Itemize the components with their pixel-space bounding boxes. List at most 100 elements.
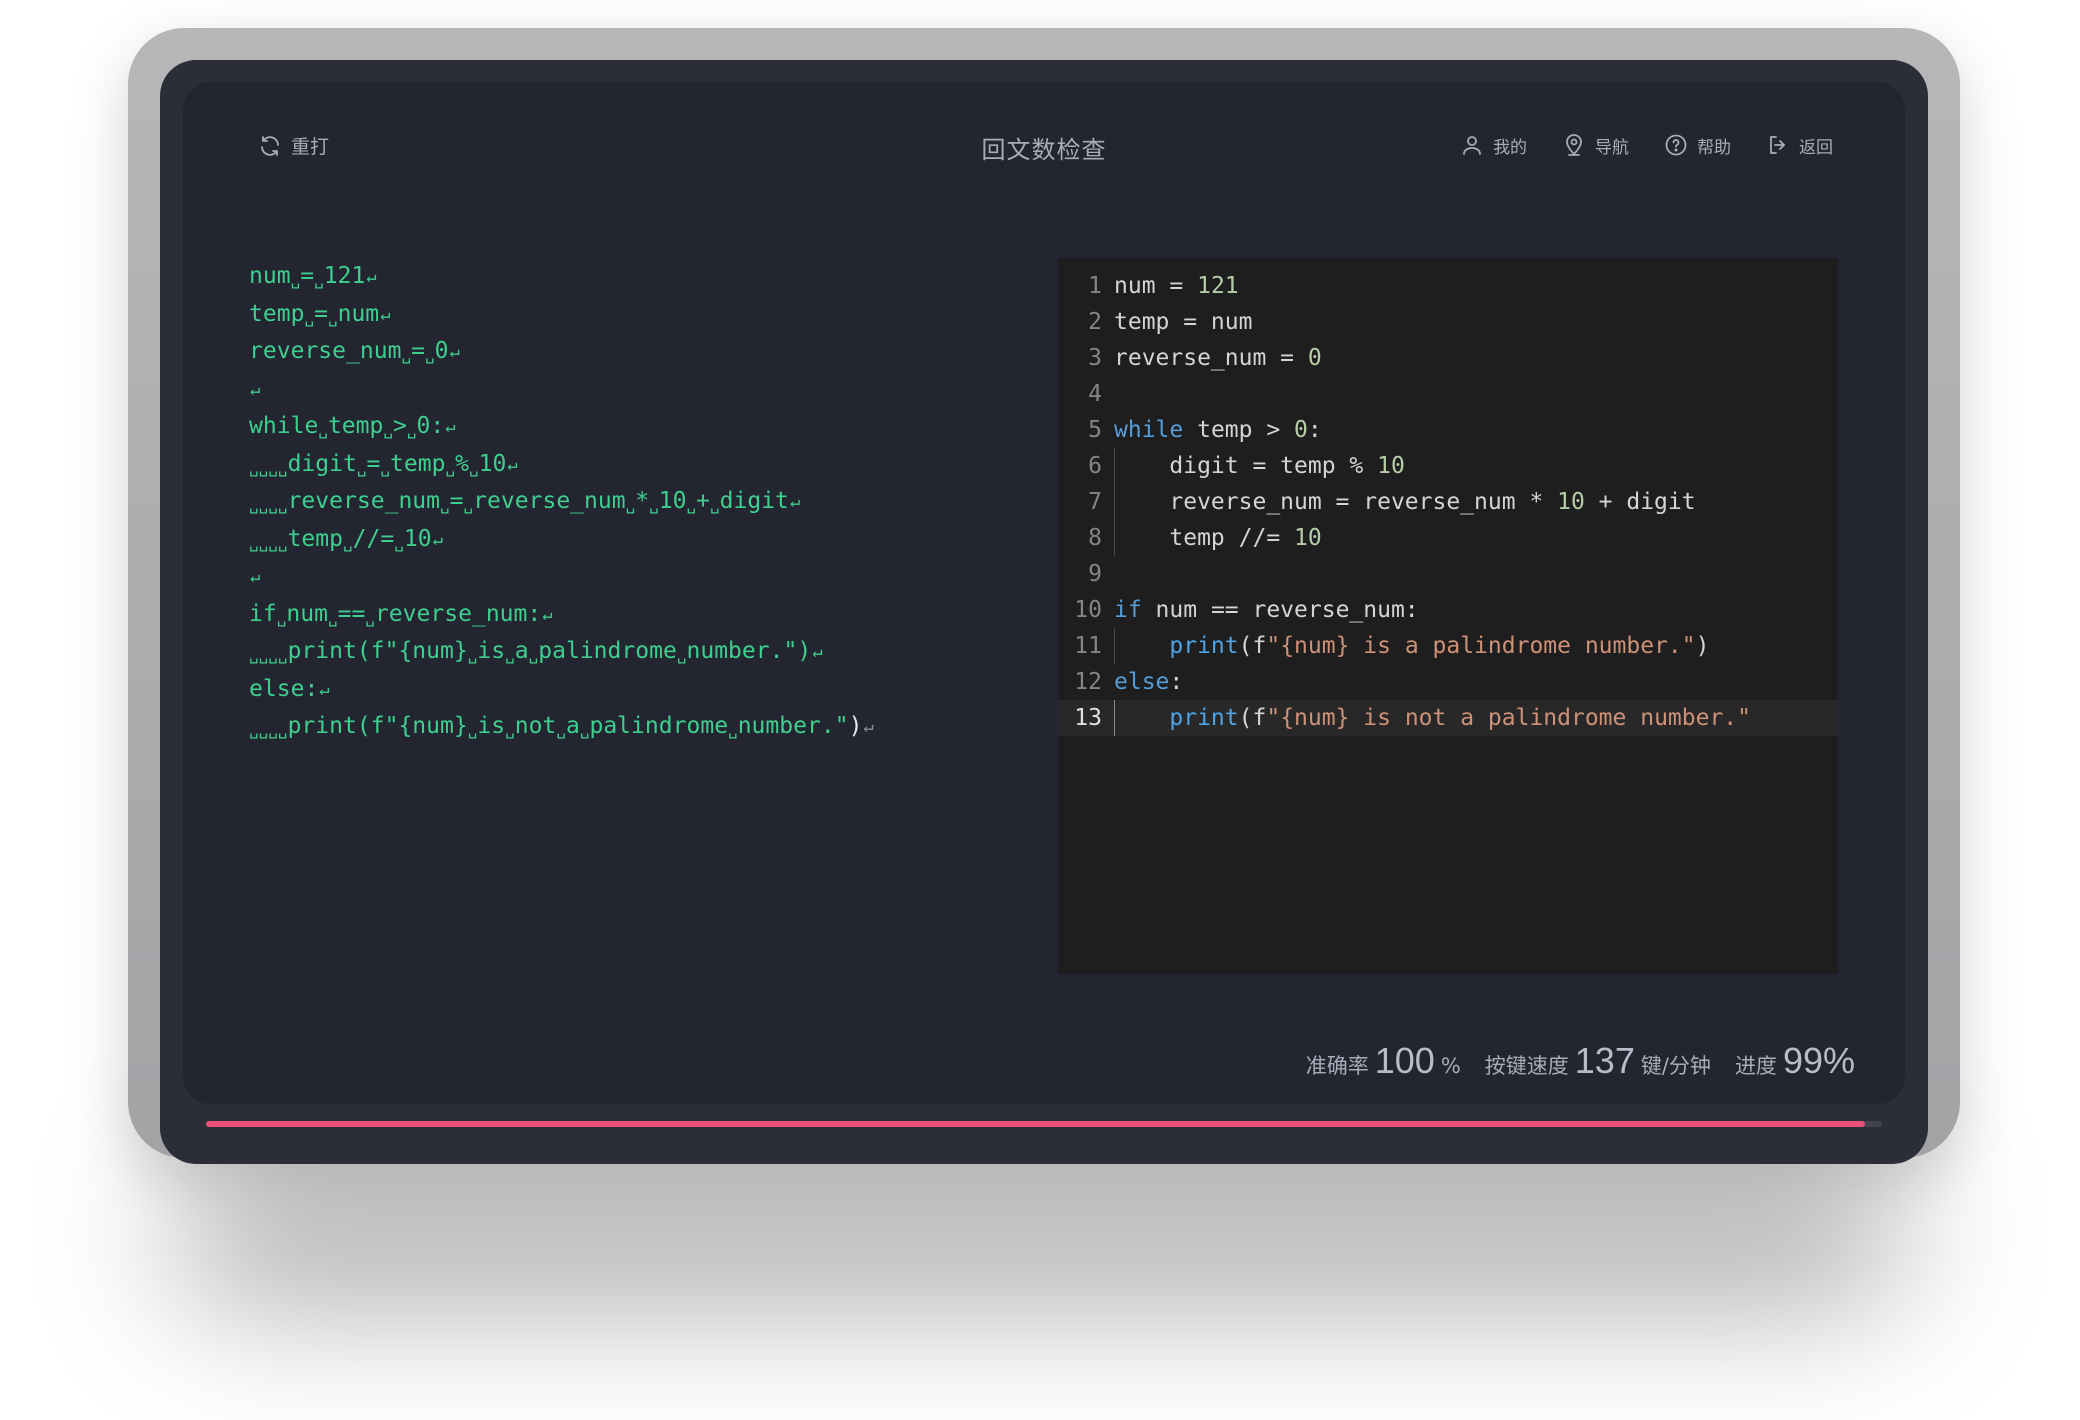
- space-marker: ␣: [445, 457, 456, 477]
- space-marker: ␣: [249, 720, 259, 739]
- newline-marker: ↵: [319, 679, 330, 700]
- code-line[interactable]: 9: [1058, 556, 1838, 592]
- code-token: + digit: [1584, 489, 1696, 515]
- code-text: temp = num: [1102, 304, 1252, 340]
- space-marker: ␣: [268, 720, 278, 739]
- nav-item-help[interactable]: 帮助: [1663, 132, 1731, 158]
- typed-line: while␣temp␣>␣0:↵: [249, 413, 456, 439]
- cursor-char: ): [848, 713, 863, 739]
- typed-text-panel[interactable]: num␣=␣121↵ temp␣=␣num↵ reverse_num␣=␣0↵ ↵ wh…: [249, 258, 949, 746]
- code-line[interactable]: 10 if num == reverse_num:: [1058, 592, 1838, 628]
- speed-value: 137: [1574, 1040, 1635, 1081]
- line-number: 8: [1088, 525, 1102, 551]
- space-marker: ␣: [277, 645, 288, 664]
- code-text: reverse_num = reverse_num * 10 + digit: [1102, 484, 1696, 520]
- line-number: 10: [1074, 597, 1102, 623]
- newline-marker: ↵: [507, 454, 518, 475]
- nav-label: 返回: [1799, 137, 1833, 158]
- code-token: 0: [1307, 345, 1322, 371]
- nav-item-mine[interactable]: 我的: [1459, 132, 1527, 158]
- code-token: digit = temp %: [1114, 453, 1378, 479]
- space-marker: ␣: [268, 532, 278, 552]
- line-number: 1: [1088, 273, 1102, 299]
- code-token: else: [1114, 669, 1170, 695]
- space-marker: ␣: [365, 607, 375, 627]
- space-marker: ␣: [277, 457, 288, 477]
- code-line[interactable]: 12 else:: [1058, 664, 1838, 700]
- space-marker: ␣: [258, 720, 269, 739]
- help-icon: [1663, 132, 1689, 158]
- code-token: "{num} is not a palindrome number.": [1266, 705, 1751, 731]
- space-marker: ␣: [249, 495, 259, 514]
- space-marker: ␣: [579, 720, 590, 739]
- line-number: 2: [1088, 309, 1102, 335]
- space-marker: ␣: [277, 720, 288, 739]
- typed-line: ␣␣␣␣temp␣//=␣10↵: [249, 525, 443, 552]
- code-line[interactable]: 11 print(f"{num} is a palindrome number.…: [1058, 628, 1838, 664]
- newline-marker: ↵: [542, 604, 553, 625]
- indent-guide: [1114, 484, 1115, 520]
- space-marker: ␣: [249, 457, 259, 477]
- code-line[interactable]: 13 print(f"{num} is not a palindrome num…: [1058, 700, 1838, 736]
- newline-marker: ↵: [250, 567, 261, 587]
- space-marker: ␣: [686, 495, 697, 514]
- code-text: print(f"{num} is not a palindrome number…: [1102, 700, 1751, 736]
- code-token: (f: [1238, 705, 1267, 731]
- typed-line: if␣num␣==␣reverse_num:↵: [249, 600, 553, 627]
- code-text: digit = temp % 10: [1102, 448, 1404, 484]
- typed-line: ␣␣␣␣reverse_num␣=␣reverse_num␣*␣10␣+␣dig…: [249, 488, 801, 514]
- line-number: 12: [1074, 669, 1102, 695]
- space-marker: ␣: [268, 645, 278, 664]
- code-line[interactable]: 7 reverse_num = reverse_num * 10 + digit: [1058, 484, 1838, 520]
- code-line[interactable]: 4: [1058, 376, 1838, 412]
- code-text: else:: [1102, 664, 1183, 700]
- space-marker: ␣: [268, 495, 278, 514]
- code-line[interactable]: 1 num = 121: [1058, 268, 1838, 304]
- space-marker: ␣: [468, 457, 479, 477]
- code-line[interactable]: 5 while temp > 0:: [1058, 412, 1838, 448]
- indent-guide: [1114, 628, 1115, 664]
- code-line[interactable]: 6 digit = temp % 10: [1058, 448, 1838, 484]
- space-marker: ␣: [314, 270, 324, 289]
- newline-marker: ↵: [445, 417, 456, 437]
- space-marker: ␣: [440, 495, 450, 514]
- code-token: num =: [1114, 273, 1198, 299]
- code-text: if num == reverse_num:: [1102, 592, 1419, 628]
- space-marker: ␣: [556, 720, 566, 739]
- space-marker: ␣: [528, 645, 539, 664]
- code-token: print: [1169, 633, 1239, 659]
- space-marker: ␣: [625, 495, 636, 514]
- nav-label: 帮助: [1697, 137, 1731, 158]
- nav-item-navigation[interactable]: 导航: [1561, 132, 1629, 158]
- code-line[interactable]: 3 reverse_num = 0: [1058, 340, 1838, 376]
- top-nav: 我的 导航 帮助 返回: [1459, 132, 1833, 158]
- space-marker: ␣: [463, 495, 474, 514]
- newline-marker: ↵: [366, 267, 377, 287]
- code-token: 10: [1294, 525, 1322, 551]
- line-number: 3: [1088, 345, 1102, 371]
- nav-item-back[interactable]: 返回: [1765, 132, 1833, 158]
- code-token: :: [1307, 417, 1322, 443]
- typed-line: num␣=␣121↵: [249, 263, 377, 289]
- progress-bar: [206, 1121, 1882, 1127]
- typed-line: temp␣=␣num↵: [249, 300, 391, 327]
- code-line[interactable]: 8 temp //= 10: [1058, 520, 1838, 556]
- accuracy-unit: %: [1440, 1054, 1461, 1078]
- typed-line: ↵: [249, 558, 949, 596]
- line-number: 13: [1074, 705, 1102, 731]
- progress-value: 99%: [1782, 1040, 1855, 1081]
- space-marker: ␣: [249, 645, 259, 664]
- device-shadow: [170, 1150, 1910, 1310]
- code-text: while temp > 0:: [1102, 412, 1322, 448]
- nav-label: 导航: [1595, 137, 1629, 158]
- code-token: while: [1114, 417, 1184, 443]
- space-marker: ␣: [728, 720, 738, 739]
- space-marker: ␣: [258, 645, 269, 664]
- code-token: 10: [1557, 489, 1585, 515]
- indent-guide: [1114, 448, 1115, 484]
- space-marker: ␣: [424, 345, 435, 364]
- code-line[interactable]: 2 temp = num: [1058, 304, 1838, 340]
- code-editor[interactable]: 1 num = 121 2 temp = num 3 reverse_num = 045w…: [1058, 258, 1838, 974]
